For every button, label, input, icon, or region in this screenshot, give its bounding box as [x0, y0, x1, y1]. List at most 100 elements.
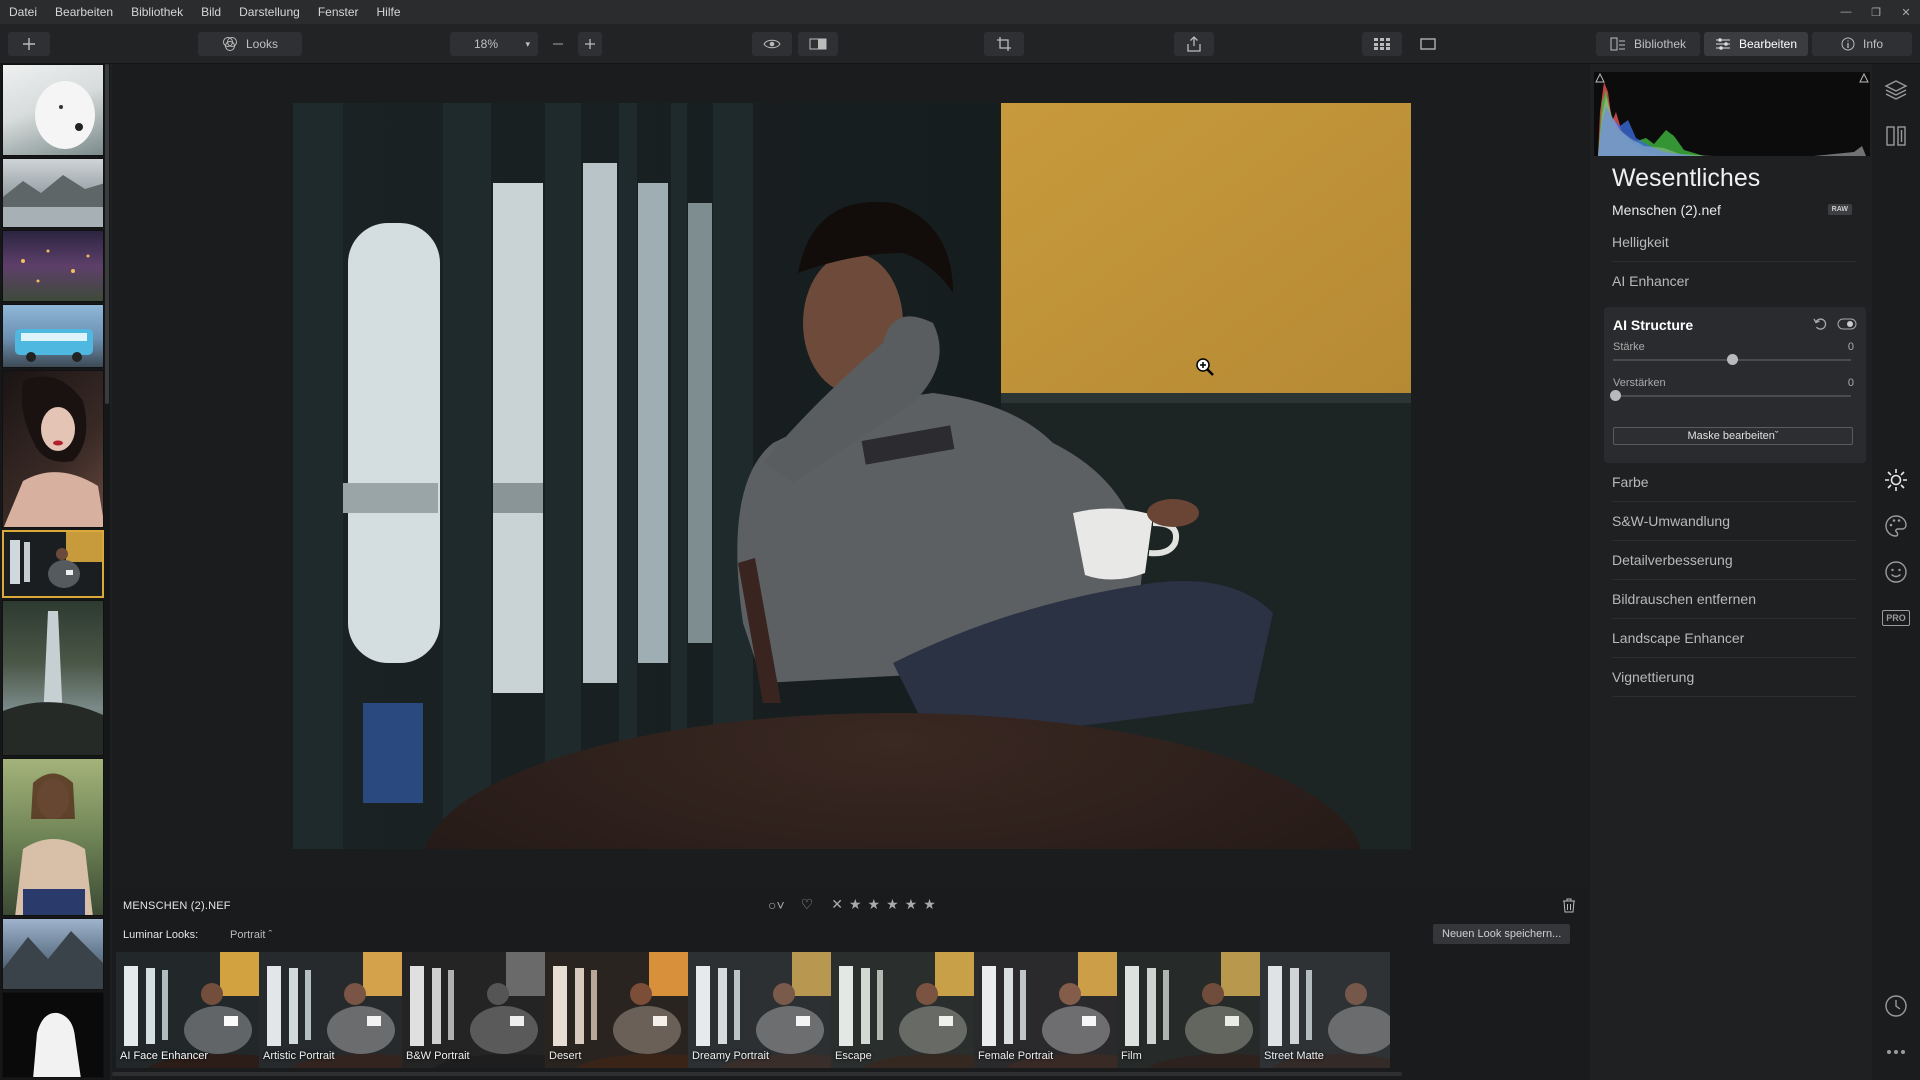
slider-verstaerken[interactable] — [1610, 390, 1851, 401]
palette-creative-icon[interactable] — [1884, 514, 1908, 538]
compare-button[interactable] — [798, 32, 838, 56]
section-ai-enhancer[interactable]: AI Enhancer — [1612, 263, 1856, 301]
color-label-icon[interactable]: ○˅ — [768, 897, 785, 913]
look-name: B&W Portrait — [406, 1050, 470, 1062]
slider-knob[interactable] — [1610, 390, 1621, 401]
section-sw-umwandlung[interactable]: S&W-Umwandlung — [1612, 503, 1856, 541]
look-name: Escape — [835, 1050, 872, 1062]
sun-essentials-icon[interactable] — [1884, 468, 1908, 492]
looks-scrollbar[interactable] — [112, 1072, 1402, 1076]
zoom-value: 18% — [474, 37, 499, 51]
history-clock-icon[interactable] — [1884, 994, 1908, 1018]
crop-button[interactable] — [984, 32, 1024, 56]
plus-icon — [585, 39, 595, 49]
export-button[interactable] — [1174, 32, 1214, 56]
section-landscape-enhancer[interactable]: Landscape Enhancer — [1612, 620, 1856, 658]
favorite-heart-icon[interactable]: ♡ — [801, 896, 814, 913]
zoom-in-button[interactable] — [578, 32, 602, 56]
zoom-out-button[interactable] — [546, 32, 570, 56]
restore-icon[interactable]: ❐ — [1868, 6, 1884, 19]
tab-library[interactable]: Bibliothek — [1596, 32, 1700, 56]
thumbnail-woman-outdoor[interactable] — [2, 758, 104, 916]
menu-datei[interactable]: Datei — [0, 0, 46, 24]
reject-icon[interactable]: ✕ — [831, 896, 843, 913]
minus-icon — [553, 43, 563, 45]
zoom-select[interactable]: 18% ▾ — [450, 32, 538, 56]
man-coffee-image — [4, 532, 102, 596]
image-canvas[interactable] — [112, 64, 1590, 888]
main-photo[interactable] — [293, 103, 1411, 849]
star-icon[interactable]: ★ — [886, 896, 899, 913]
preview-button[interactable] — [752, 32, 792, 56]
thumbnail-man-coffee-selected[interactable] — [2, 530, 104, 598]
menu-darstellung[interactable]: Darstellung — [230, 0, 309, 24]
face-portrait-icon[interactable] — [1884, 560, 1908, 584]
menu-fenster[interactable]: Fenster — [309, 0, 368, 24]
toolbar: Looks 18% ▾ Bibliothek Bearbeiten Info — [0, 24, 1920, 64]
section-detailverbesserung[interactable]: Detailverbesserung — [1612, 542, 1856, 580]
grid-view-button[interactable] — [1362, 32, 1402, 56]
image-info-bar: MENSCHEN (2).NEF ○˅ ♡ ✕ ★ ★ ★ ★ ★ — [112, 888, 1590, 922]
star-icon[interactable]: ★ — [923, 896, 936, 913]
star-icon[interactable]: ★ — [868, 896, 881, 913]
thumbnail-waterfall[interactable] — [2, 600, 104, 756]
look-name: Female Portrait — [978, 1050, 1054, 1062]
edit-mask-button[interactable]: Maske bearbeitenˇ — [1613, 427, 1853, 445]
file-name-text: Menschen (2).nef — [1612, 202, 1721, 218]
pro-tools-icon[interactable]: PRO — [1882, 610, 1910, 626]
tab-library-label: Bibliothek — [1633, 37, 1687, 51]
menu-bild[interactable]: Bild — [192, 0, 230, 24]
slider-staerke[interactable] — [1613, 354, 1851, 365]
looks-button[interactable]: Looks — [198, 32, 302, 56]
look-name: Film — [1121, 1050, 1142, 1062]
thumbnail-blue-van[interactable] — [2, 304, 104, 368]
thumbnail-night-lights[interactable] — [2, 230, 104, 302]
section-vignettierung[interactable]: Vignettierung — [1612, 659, 1856, 697]
tab-edit[interactable]: Bearbeiten — [1704, 32, 1808, 56]
filmstrip-scrollbar[interactable] — [105, 64, 109, 404]
thumbnail-mountains[interactable] — [2, 918, 104, 990]
histogram — [1594, 72, 1870, 156]
woman-outdoor-image — [15, 773, 93, 915]
sliders-icon — [1715, 38, 1730, 50]
menu-bibliothek[interactable]: Bibliothek — [122, 0, 192, 24]
star-icon[interactable]: ★ — [849, 896, 862, 913]
layers-icon[interactable] — [1884, 78, 1908, 102]
looks-category-dropdown[interactable]: Portrait ˆ — [230, 929, 272, 941]
section-farbe[interactable]: Farbe — [1612, 464, 1856, 502]
trash-icon[interactable] — [1562, 897, 1576, 913]
add-button[interactable] — [8, 32, 50, 56]
star-icon[interactable]: ★ — [905, 896, 918, 913]
section-bildrauschen[interactable]: Bildrauschen entfernen — [1612, 581, 1856, 619]
menu-bearbeiten[interactable]: Bearbeiten — [46, 0, 122, 24]
look-name: Dreamy Portrait — [692, 1050, 770, 1062]
looks-title: Luminar Looks: — [123, 929, 199, 941]
single-view-button[interactable] — [1408, 32, 1448, 56]
more-options-icon[interactable] — [1884, 1040, 1908, 1064]
ai-structure-title[interactable]: AI Structure — [1613, 317, 1693, 333]
section-helligkeit[interactable]: Helligkeit — [1612, 224, 1856, 262]
edit-panel: Wesentliches Menschen (2).nef RAW Hellig… — [1590, 64, 1872, 1080]
reset-icon[interactable] — [1813, 317, 1827, 331]
slider-value-staerke[interactable]: 0 — [1848, 341, 1854, 353]
thumbnail-white-dog[interactable] — [2, 64, 104, 156]
thumbnail-winter-lake[interactable] — [2, 158, 104, 228]
tab-info[interactable]: Info — [1812, 32, 1912, 56]
thumbnail-woman-portrait[interactable] — [2, 370, 104, 528]
canvas-tools-icon[interactable] — [1884, 124, 1908, 148]
looks-panel: MENSCHEN (2).NEF ○˅ ♡ ✕ ★ ★ ★ ★ ★ Lumina… — [112, 888, 1590, 1080]
save-look-button[interactable]: Neuen Look speichern... — [1433, 924, 1571, 944]
slider-knob[interactable] — [1727, 354, 1738, 365]
mountains-image — [3, 931, 103, 989]
minimize-icon[interactable]: — — [1838, 6, 1854, 18]
visibility-toggle-icon[interactable] — [1837, 317, 1857, 331]
histogram-graph — [1595, 72, 1869, 156]
thumbnail-silhouette[interactable] — [2, 992, 104, 1078]
menu-hilfe[interactable]: Hilfe — [368, 0, 410, 24]
slider-value-verstaerken[interactable]: 0 — [1848, 377, 1854, 389]
looks-icon — [222, 37, 237, 51]
portrait-image — [3, 376, 103, 527]
look-card-street-matte[interactable]: Street Matte — [1260, 952, 1390, 1068]
close-icon[interactable]: ✕ — [1898, 6, 1914, 19]
eye-icon — [763, 39, 781, 49]
